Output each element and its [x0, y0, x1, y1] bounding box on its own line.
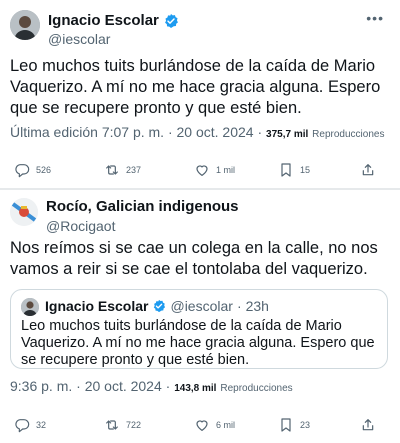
heart-icon: [196, 420, 208, 431]
action-bar: 526 237 1 mil 15: [14, 162, 384, 180]
tweet-text: Nos reímos si se cae un colega en la cal…: [10, 239, 378, 278]
reply-button[interactable]: 526: [14, 162, 51, 178]
avatar-photo-icon: [10, 10, 40, 40]
share-button[interactable]: [360, 417, 376, 433]
avatar-flag-icon: [10, 198, 38, 226]
quoted-handle: @iescolar: [170, 298, 233, 314]
bookmark-button[interactable]: 15: [278, 162, 310, 178]
verified-badge-icon: [164, 13, 178, 28]
reply-count: 526: [36, 165, 52, 175]
quoted-separator: ·: [236, 298, 242, 314]
timestamp[interactable]: 9:36 p. m. · 20 oct. 2024 ·: [10, 378, 170, 394]
like-count: 6 mil: [216, 420, 236, 430]
quoted-tweet[interactable]: Ignacio Escolar @iescolar · 23h Leo much…: [10, 289, 388, 369]
share-icon: [362, 419, 374, 431]
share-button[interactable]: [360, 162, 376, 178]
edited-timestamp[interactable]: Última edición 7:07 p. m. · 20 oct. 2024…: [10, 124, 262, 140]
views-label: Reproducciones: [312, 129, 385, 140]
quoted-text: Leo muchos tuits burlándose de la caída …: [21, 318, 375, 368]
bookmark-icon: [281, 418, 291, 432]
avatar[interactable]: [10, 10, 40, 40]
reply-icon: [15, 419, 30, 433]
action-bar: 32 722 6 mil 23: [14, 417, 384, 435]
repost-button[interactable]: 237: [104, 162, 141, 178]
author-name[interactable]: Rocío, Galician indigenous: [46, 198, 239, 215]
bookmark-count: 15: [300, 165, 311, 175]
reply-button[interactable]: 32: [14, 417, 46, 433]
quoted-author-name: Ignacio Escolar: [45, 298, 149, 314]
reply-count: 32: [36, 420, 47, 430]
views-count: 143,8 mil: [174, 383, 217, 394]
views-count: 375,7 mil: [266, 129, 309, 140]
tweet-meta: Última edición 7:07 p. m. · 20 oct. 2024…: [10, 124, 384, 140]
author-handle[interactable]: @Rocigaot: [46, 218, 115, 234]
quoted-avatar: [21, 298, 39, 316]
share-icon: [362, 164, 374, 176]
tweet-text: Leo muchos tuits burlándose de la caída …: [10, 57, 381, 117]
bookmark-button[interactable]: 23: [278, 417, 310, 433]
more-options-icon[interactable]: •••: [366, 10, 384, 26]
verified-badge-icon: [154, 299, 166, 313]
repost-icon: [106, 165, 118, 175]
quoted-time: 23h: [245, 298, 269, 314]
views-label: Reproducciones: [220, 383, 293, 394]
author-handle[interactable]: @iescolar: [48, 31, 110, 47]
author-name[interactable]: Ignacio Escolar: [48, 12, 159, 29]
heart-icon: [196, 165, 208, 176]
bookmark-count: 23: [300, 420, 311, 430]
avatar[interactable]: [10, 198, 38, 226]
repost-button[interactable]: 722: [104, 417, 141, 433]
repost-count: 722: [126, 420, 142, 430]
repost-count: 237: [126, 165, 142, 175]
tweet-meta: 9:36 p. m. · 20 oct. 2024 · 143,8 mil Re…: [10, 378, 293, 394]
like-count: 1 mil: [216, 165, 236, 175]
reply-icon: [15, 164, 30, 178]
bookmark-icon: [281, 163, 291, 177]
like-button[interactable]: 1 mil: [194, 162, 235, 178]
tweet-ignacio-escolar[interactable]: Ignacio Escolar @iescolar ••• Leo muchos…: [0, 0, 400, 188]
tweet-rocio[interactable]: Rocío, Galician indigenous @Rocigaot Nos…: [0, 190, 400, 443]
like-button[interactable]: 6 mil: [194, 417, 235, 433]
repost-icon: [106, 420, 118, 430]
avatar-photo-icon: [21, 298, 39, 316]
